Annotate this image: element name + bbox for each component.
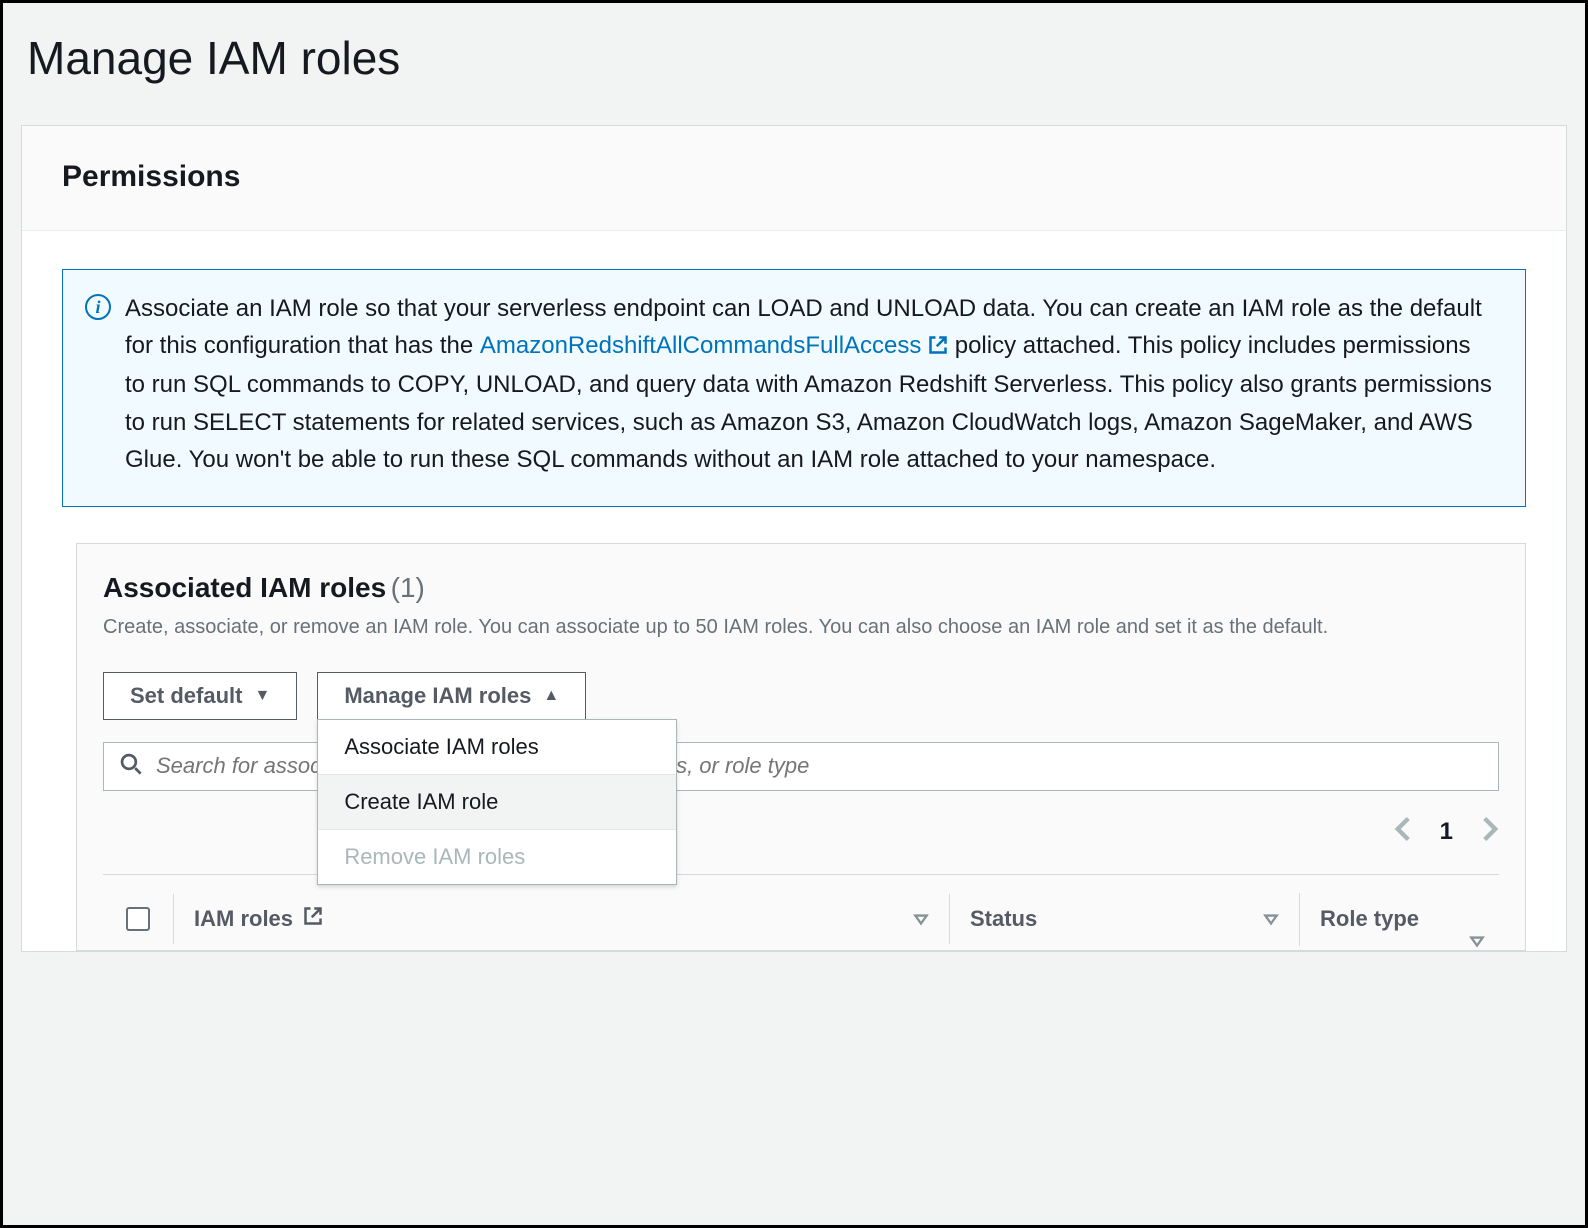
permissions-panel: Permissions i Associate an IAM role so t… xyxy=(21,125,1567,952)
dropdown-remove-iam-roles: Remove IAM roles xyxy=(318,830,676,884)
info-alert: i Associate an IAM role so that your ser… xyxy=(62,269,1526,507)
pagination: 1 xyxy=(103,815,1499,850)
page-title: Manage IAM roles xyxy=(3,3,1585,125)
external-link-icon xyxy=(928,329,948,366)
info-text: Associate an IAM role so that your serve… xyxy=(125,290,1497,478)
search-row xyxy=(103,742,1499,791)
column-role-type[interactable]: Role type xyxy=(1299,893,1499,946)
button-row: Set default ▼ Manage IAM roles ▲ Associa… xyxy=(103,672,1499,720)
search-input-wrap[interactable] xyxy=(103,742,1499,791)
select-all-cell xyxy=(103,895,173,943)
dropdown-create-iam-role[interactable]: Create IAM role xyxy=(318,775,676,830)
external-link-icon xyxy=(303,906,323,932)
permissions-header: Permissions xyxy=(22,126,1566,231)
associated-count: (1) xyxy=(391,572,425,603)
sort-icon xyxy=(1263,906,1279,932)
dropdown-associate-iam-roles[interactable]: Associate IAM roles xyxy=(318,720,676,775)
search-icon xyxy=(120,753,142,780)
info-policy-link[interactable]: AmazonRedshiftAllCommandsFullAccess xyxy=(480,332,948,359)
sort-icon xyxy=(913,906,929,932)
table-header-row: IAM roles Status Role type xyxy=(103,874,1499,950)
caret-down-icon: ▼ xyxy=(254,687,270,705)
set-default-button[interactable]: Set default ▼ xyxy=(103,672,297,720)
column-iam-roles[interactable]: IAM roles xyxy=(173,894,949,944)
info-icon: i xyxy=(85,290,111,478)
associated-roles-section: Associated IAM roles (1) Create, associa… xyxy=(76,543,1526,951)
permissions-heading: Permissions xyxy=(62,160,1526,194)
prev-page-button[interactable] xyxy=(1394,815,1412,850)
associated-description: Create, associate, or remove an IAM role… xyxy=(103,612,1499,642)
column-status[interactable]: Status xyxy=(949,894,1299,944)
next-page-button[interactable] xyxy=(1481,815,1499,850)
page-number: 1 xyxy=(1440,818,1453,846)
associated-title: Associated IAM roles xyxy=(103,572,386,603)
manage-iam-roles-button[interactable]: Manage IAM roles ▲ xyxy=(317,672,586,720)
sort-icon xyxy=(1469,927,1485,956)
manage-dropdown: Associate IAM roles Create IAM role Remo… xyxy=(317,719,677,885)
caret-up-icon: ▲ xyxy=(543,687,559,705)
select-all-checkbox[interactable] xyxy=(126,907,150,931)
